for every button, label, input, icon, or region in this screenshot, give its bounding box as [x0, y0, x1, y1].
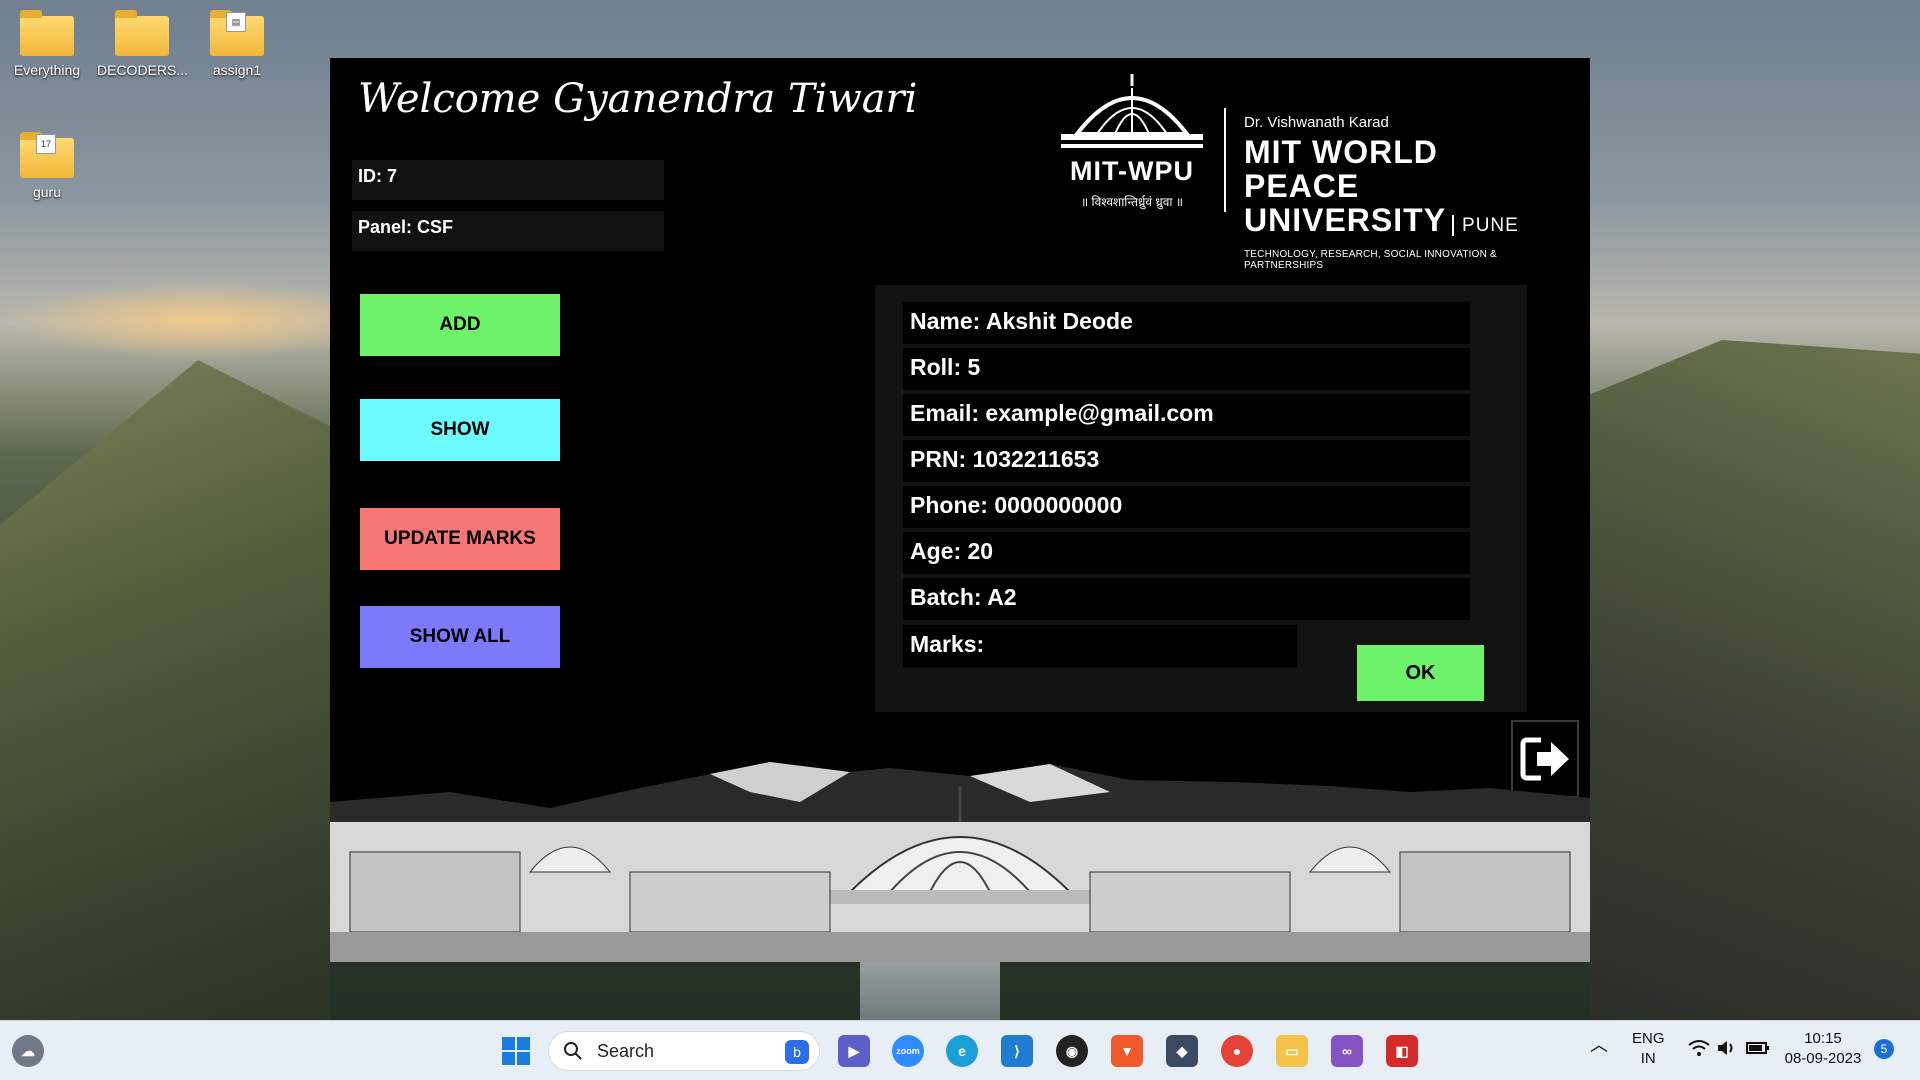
windows-logo-icon	[502, 1037, 530, 1065]
show-hidden-icons-chevron-icon[interactable]: ︿	[1590, 1035, 1608, 1055]
student-details-panel: Name: Akshit Deode Roll: 5 Email: exampl…	[875, 285, 1527, 712]
desktop-icon-label: Everything	[13, 62, 81, 78]
desktop-hill-right	[1590, 340, 1920, 1020]
logo-line2: MIT WORLD PEACE	[1244, 134, 1438, 204]
clock-time: 10:15	[1804, 1030, 1842, 1047]
notification-badge[interactable]: 5	[1874, 1039, 1894, 1059]
logo-line4: TECHNOLOGY, RESEARCH, SOCIAL INNOVATION …	[1244, 249, 1497, 271]
brave-icon[interactable]: ▼	[1111, 1035, 1143, 1067]
logo-text: Dr. Vishwanath Karad MIT WORLD PEACE UNI…	[1244, 114, 1562, 271]
student-email-field: Email: example@gmail.com	[903, 394, 1470, 436]
logo-line3: UNIVERSITY PUNE	[1244, 203, 1562, 243]
zoom-icon[interactable]: zoom	[892, 1035, 924, 1067]
language-code: ENG	[1632, 1030, 1665, 1047]
search-icon	[564, 1042, 582, 1060]
battery-icon[interactable]	[1746, 1039, 1770, 1063]
desktop-icon-everything[interactable]: Everything	[2, 2, 92, 78]
folder-icon: ▤	[210, 10, 264, 56]
update-marks-button[interactable]: UPDATE MARKS	[360, 508, 560, 570]
welcome-heading: Welcome Gyanendra Tiwari	[358, 76, 918, 122]
desktop-icon-assign1[interactable]: ▤ assign1	[192, 2, 282, 78]
university-logo: MIT-WPU ॥ विश्वशान्तिर्ध्रुवं ध्रुवा ॥ D…	[1052, 72, 1562, 271]
clock[interactable]: 10:15 08-09-2023	[1780, 1029, 1866, 1069]
logo-university: UNIVERSITY	[1244, 202, 1447, 238]
widgets-icon[interactable]: ☁	[12, 1035, 44, 1067]
app-running-icon[interactable]: ◧	[1386, 1035, 1418, 1067]
bing-icon[interactable]: b	[785, 1040, 809, 1064]
student-age-field: Age: 20	[903, 532, 1470, 574]
folder-icon	[20, 10, 74, 56]
taskbar: ☁ Search b ▶ zoom e ⟩ ◉ ▼ ◆ ● ▭ ∞ ◧ ︿ EN…	[0, 1020, 1920, 1080]
show-all-button[interactable]: SHOW ALL	[360, 606, 560, 668]
folder-icon: 17	[20, 132, 74, 178]
visual-studio-icon[interactable]: ∞	[1331, 1035, 1363, 1067]
desktop-icon-decoders[interactable]: DECODERS...	[97, 2, 189, 78]
show-button[interactable]: SHOW	[360, 399, 560, 461]
student-roll-field: Roll: 5	[903, 348, 1470, 390]
student-phone-field: Phone: 0000000000	[903, 486, 1470, 528]
dome-logo-icon	[1061, 74, 1203, 148]
mitwpu-mark: MIT-WPU ॥ विश्वशान्तिर्ध्रुवं ध्रुवा ॥	[1052, 72, 1212, 222]
app-window: Welcome Gyanendra Tiwari ID: 7 Panel: CS…	[330, 58, 1590, 962]
desktop-icon-label: assign1	[212, 62, 262, 78]
logo-line1: Dr. Vishwanath Karad	[1244, 114, 1389, 131]
chrome-icon[interactable]: ●	[1221, 1035, 1253, 1067]
student-batch-field: Batch: A2	[903, 578, 1470, 620]
campus-illustration	[330, 762, 1590, 962]
obs-icon[interactable]: ◉	[1056, 1035, 1088, 1067]
clock-date: 08-09-2023	[1784, 1050, 1862, 1067]
edge-icon[interactable]: e	[946, 1035, 978, 1067]
desktop-waterfall	[860, 960, 1000, 1020]
desktop-icon-label: guru	[32, 184, 62, 200]
panel-display: Panel: CSF	[352, 211, 664, 251]
wifi-icon[interactable]	[1688, 1039, 1710, 1063]
language-indicator[interactable]: ENG IN	[1632, 1029, 1665, 1069]
teams-icon[interactable]: ▶	[838, 1035, 870, 1067]
desktop-icon-guru[interactable]: 17 guru	[2, 124, 92, 200]
desktop-icon-label: DECODERS...	[97, 62, 189, 78]
ok-button[interactable]: OK	[1357, 645, 1484, 701]
start-button[interactable]	[500, 1035, 532, 1067]
volume-icon[interactable]	[1716, 1039, 1738, 1063]
taskbar-search[interactable]: Search b	[548, 1031, 820, 1071]
logo-pune: PUNE	[1452, 215, 1519, 236]
desktop-hill-left	[0, 360, 330, 1020]
region-code: IN	[1640, 1050, 1656, 1067]
virtualbox-icon[interactable]: ◆	[1166, 1035, 1198, 1067]
student-prn-field: PRN: 1032211653	[903, 440, 1470, 482]
student-name-field: Name: Akshit Deode	[903, 302, 1470, 344]
add-button[interactable]: ADD	[360, 294, 560, 356]
search-label: Search	[597, 1040, 655, 1061]
student-marks-field: Marks:	[903, 625, 1297, 667]
folder-icon	[115, 10, 169, 56]
logo-motto: ॥ विश्वशान्तिर्ध्रुवं ध्रुवा ॥	[1080, 195, 1184, 209]
vscode-icon[interactable]: ⟩	[1001, 1035, 1033, 1067]
file-explorer-icon[interactable]: ▭	[1276, 1035, 1308, 1067]
id-display: ID: 7	[352, 160, 664, 200]
mitwpu-text: MIT-WPU	[1070, 156, 1194, 186]
logo-divider	[1224, 108, 1226, 212]
